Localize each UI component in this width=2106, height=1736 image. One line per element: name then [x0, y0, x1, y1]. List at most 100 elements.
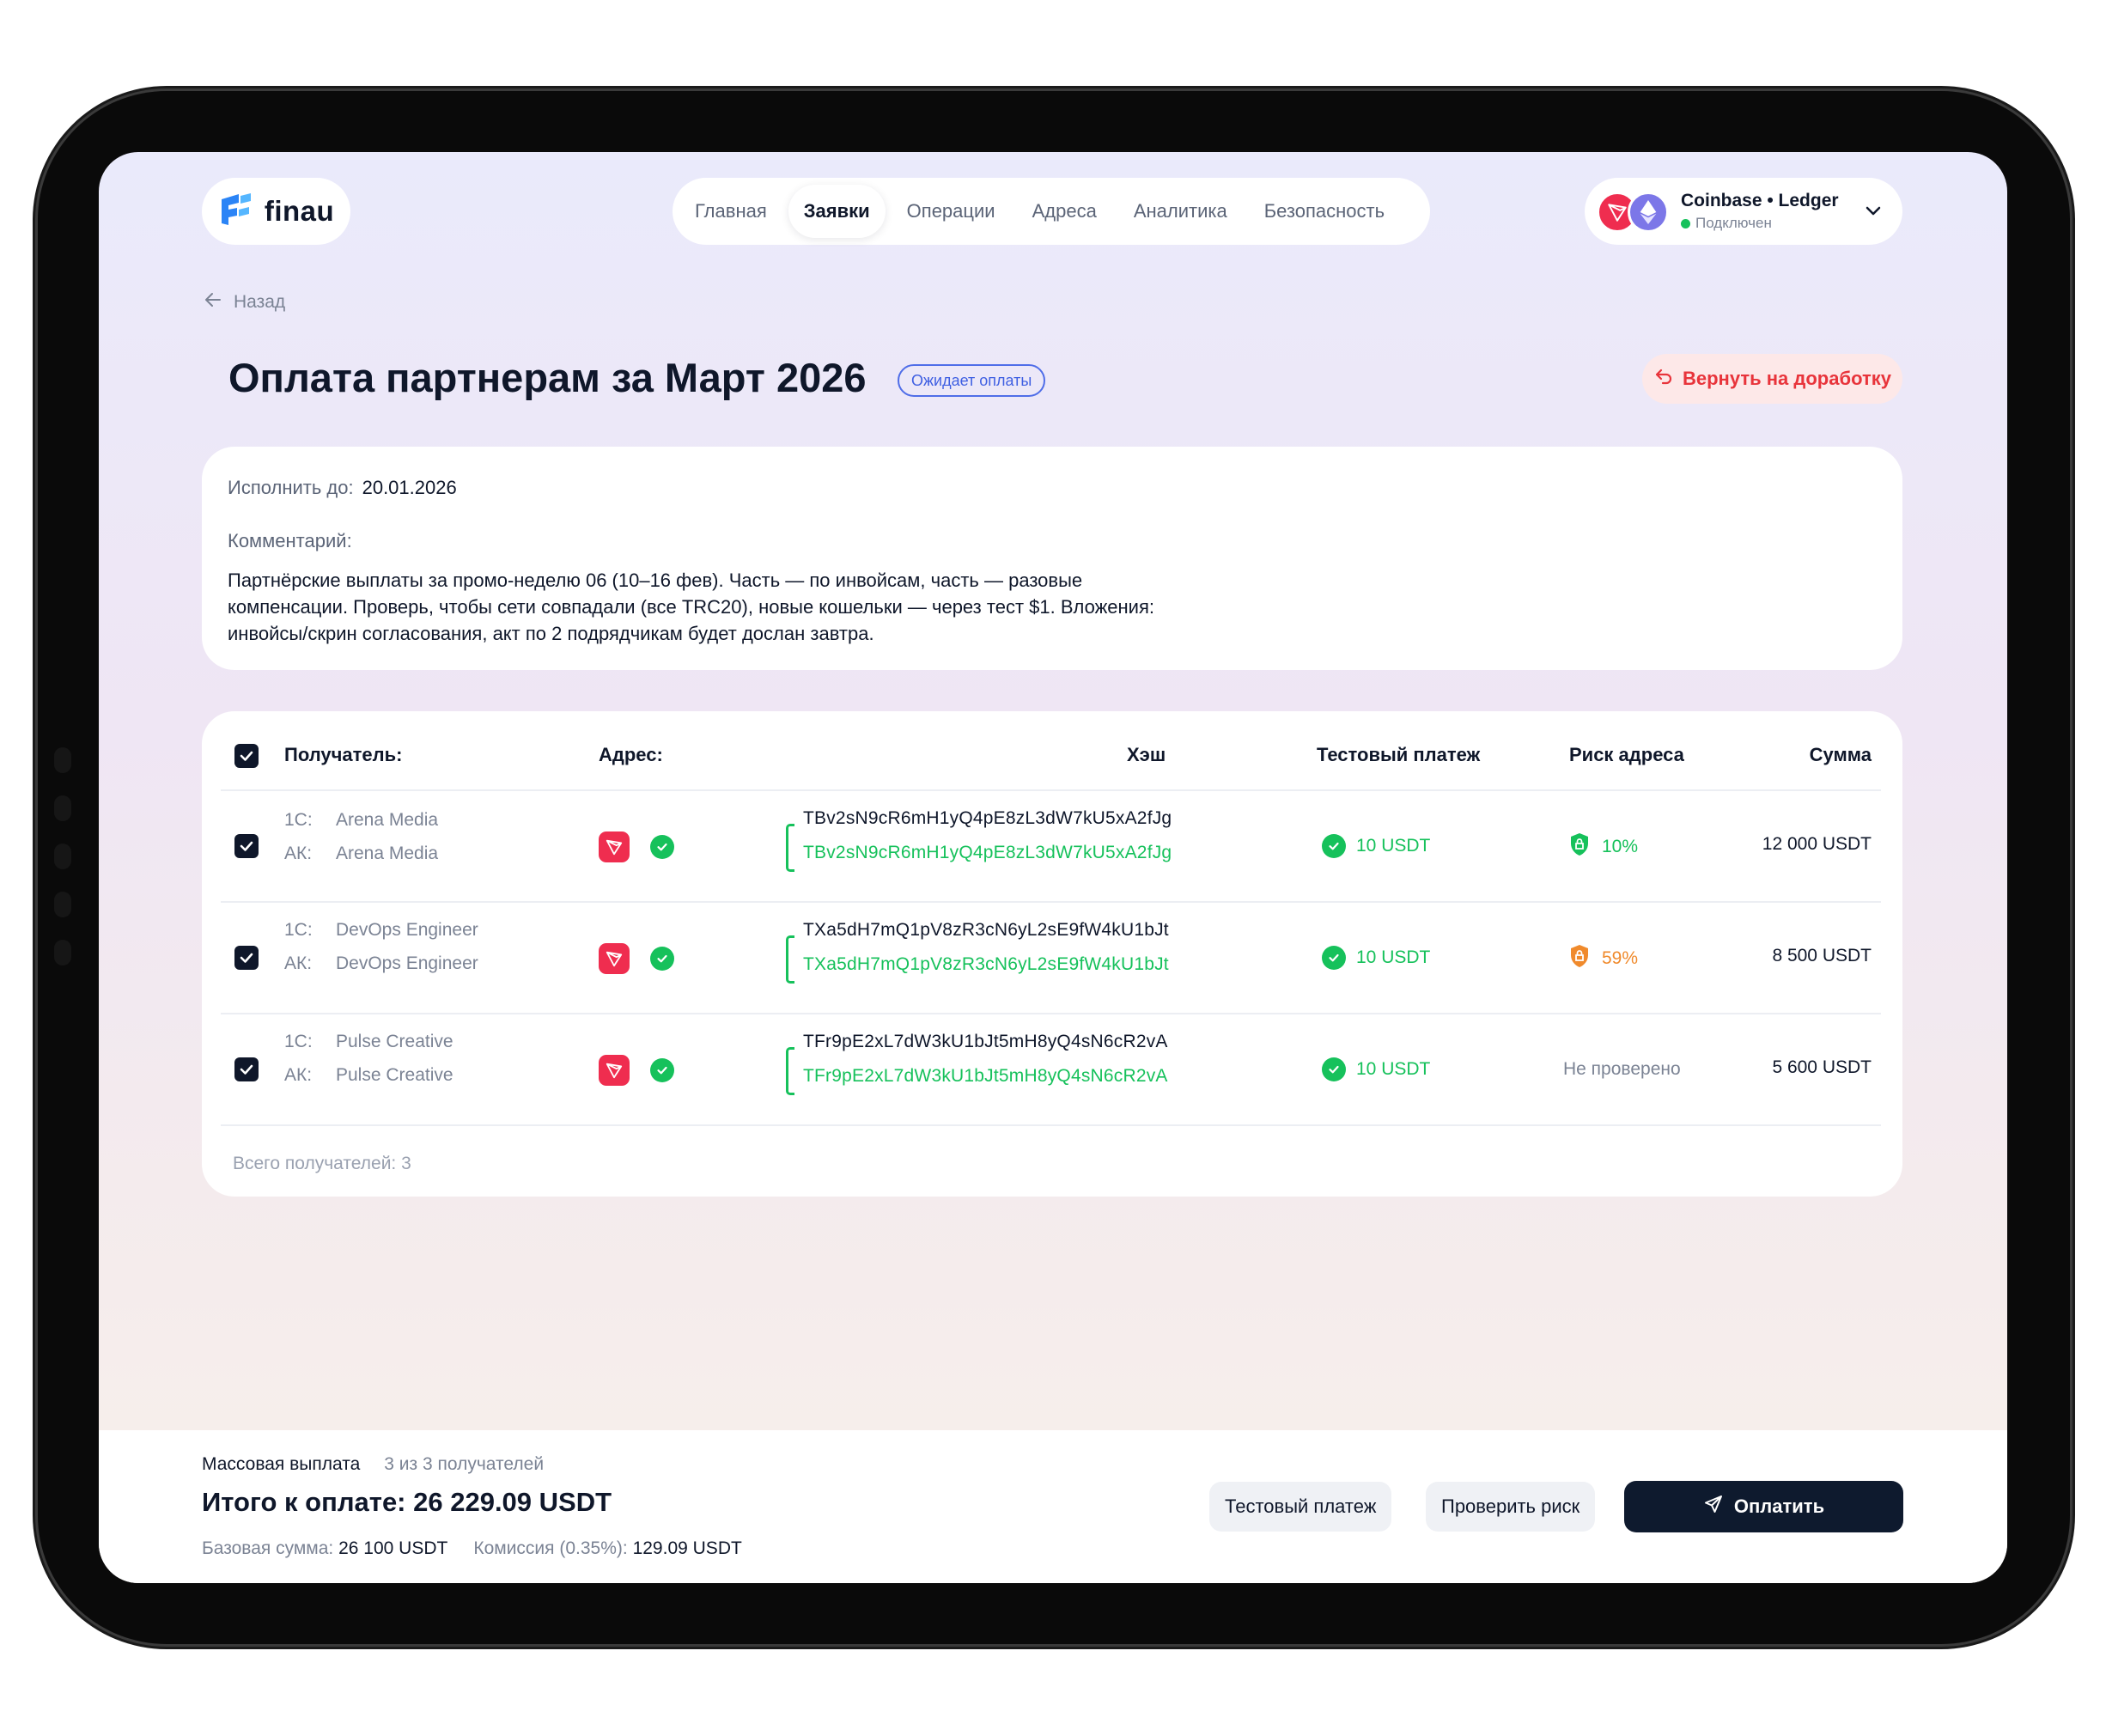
- amount-value: 12 000 USDT: [1762, 834, 1872, 854]
- status-badge: Ожидает оплаты: [898, 364, 1046, 397]
- due-date: Исполнить до: 20.01.2026: [228, 477, 457, 499]
- table-row[interactable]: 1С: Arena Media АК: Arena Media TBv2sN9cR6…: [202, 791, 1902, 901]
- risk-value: 59%: [1602, 948, 1639, 968]
- label-ak: АК:: [284, 953, 313, 973]
- nav-item-addresses[interactable]: Адреса: [1017, 185, 1112, 238]
- header-address-risk: Риск адреса: [1569, 744, 1684, 765]
- ethereum-icon: [1628, 192, 1669, 233]
- main-nav: Главная Заявки Операции Адреса Аналитика…: [673, 178, 1430, 245]
- table-row[interactable]: 1С: Pulse Creative АК: Pulse Creative TFr9…: [202, 1014, 1902, 1124]
- base-value: 26 100 USDT: [338, 1538, 448, 1558]
- tron-icon: [599, 943, 630, 974]
- recipient-1c: 1С: DevOps Engineer: [284, 920, 478, 941]
- row-checkbox[interactable]: [234, 834, 259, 858]
- due-value: 20.01.2026: [362, 477, 457, 498]
- check-circle-icon: [650, 947, 674, 971]
- request-info-card: Исполнить до: 20.01.2026 Комментарий: Пар…: [202, 447, 1902, 670]
- batch-label: Массовая выплата: [202, 1454, 361, 1474]
- total-to-pay: Итого к оплате: 26 229.09 USDT: [202, 1487, 612, 1517]
- finau-logo-icon: [218, 192, 254, 231]
- amount-breakdown: Базовая сумма: 26 100 USDT Комиссия (0.35…: [202, 1538, 742, 1559]
- amount-value: 8 500 USDT: [1772, 946, 1872, 965]
- label-1c: 1С:: [284, 1032, 313, 1051]
- nav-item-security[interactable]: Безопасность: [1249, 185, 1400, 238]
- shield-icon: [1569, 832, 1590, 862]
- nav-item-requests[interactable]: Заявки: [788, 185, 886, 238]
- logo[interactable]: finau: [202, 178, 350, 245]
- check-circle-icon: [650, 1058, 674, 1082]
- arrow-left-icon: [203, 289, 223, 315]
- payment-footer: Массовая выплата 3 из 3 получателей Итого…: [99, 1430, 2007, 1583]
- check-circle-icon: [1322, 1057, 1346, 1081]
- test-payment-status: 10 USDT: [1322, 1057, 1430, 1081]
- amount-value: 5 600 USDT: [1772, 1057, 1872, 1077]
- wallet-coins: [1597, 189, 1674, 234]
- address-bracket: [786, 824, 794, 872]
- return-button-label: Вернуть на доработку: [1683, 368, 1891, 389]
- check-circle-icon: [650, 835, 674, 859]
- checkbox-checked-icon: [240, 751, 253, 761]
- check-circle-icon: [1322, 946, 1346, 970]
- address-bracket: [786, 1047, 794, 1095]
- label-1c: 1С:: [284, 920, 313, 940]
- label-1c: 1С:: [284, 810, 313, 830]
- back-label: Назад: [234, 292, 286, 312]
- wallet-info: Coinbase • Ledger Подключен: [1681, 191, 1839, 232]
- nav-item-analytics[interactable]: Аналитика: [1118, 185, 1243, 238]
- shield-icon: [1569, 944, 1590, 973]
- recipient-1c: 1С: Pulse Creative: [284, 1032, 453, 1052]
- pay-button-label: Оплатить: [1733, 1495, 1825, 1517]
- test-payment-status: 10 USDT: [1322, 834, 1430, 858]
- send-icon: [1703, 1494, 1724, 1520]
- address-risk: Не проверено: [1563, 1059, 1681, 1080]
- recipient-name-ak: Arena Media: [336, 844, 439, 863]
- total-recipients: Всего получателей: 3: [233, 1154, 411, 1173]
- comment-label: Комментарий:: [228, 530, 352, 551]
- address-value[interactable]: TFr9pE2xL7dW3kU1bJt5mH8yQ4sN6cR2vA: [803, 1032, 1168, 1052]
- wallet-status-text: Подключен: [1695, 215, 1772, 231]
- label-ak: АК:: [284, 1065, 313, 1085]
- fee-value: 129.09 USDT: [632, 1538, 742, 1558]
- nav-item-home[interactable]: Главная: [679, 185, 782, 238]
- recipient-ak: АК: DevOps Engineer: [284, 953, 478, 974]
- return-for-revision-button[interactable]: Вернуть на доработку: [1642, 354, 1902, 404]
- row-checkbox[interactable]: [234, 1057, 259, 1081]
- wallet-name: Coinbase • Ledger: [1681, 191, 1839, 210]
- select-all-checkbox[interactable]: [234, 744, 259, 768]
- batch-count: 3 из 3 получателей: [384, 1454, 545, 1474]
- wallet-selector[interactable]: Coinbase • Ledger Подключен: [1585, 178, 1902, 245]
- checkbox-checked-icon: [240, 1064, 253, 1075]
- address-value[interactable]: TBv2sN9cR6mH1yQ4pE8zL3dW7kU5xA2fJg: [803, 808, 1172, 829]
- row-checkbox[interactable]: [234, 946, 259, 970]
- check-circle-icon: [1322, 834, 1346, 858]
- tron-icon: [599, 1055, 630, 1086]
- address-value[interactable]: TXa5dH7mQ1pV8zR3cN6yL2sE9fW4kU1bJt: [803, 920, 1169, 941]
- undo-icon: [1653, 366, 1674, 392]
- address-confirmation: TBv2sN9cR6mH1yQ4pE8zL3dW7kU5xA2fJg: [803, 843, 1172, 862]
- header-test-payment: Тестовый платеж: [1317, 744, 1481, 765]
- nav-item-operations[interactable]: Операции: [892, 185, 1011, 238]
- logo-text: finau: [264, 195, 335, 227]
- test-payment-value: 10 USDT: [1356, 836, 1431, 856]
- base-label: Базовая сумма:: [202, 1538, 334, 1558]
- label-ak: АК:: [284, 844, 313, 863]
- table-row[interactable]: 1С: DevOps Engineer АК: DevOps Engineer TX…: [202, 903, 1902, 1013]
- recipient-name-1c: Arena Media: [336, 810, 439, 830]
- checkbox-checked-icon: [240, 841, 253, 851]
- tablet-side-buttons: [54, 747, 73, 988]
- pay-button[interactable]: Оплатить: [1624, 1481, 1903, 1532]
- test-payment-value: 10 USDT: [1356, 1059, 1431, 1079]
- header-recipient: Получатель:: [284, 744, 403, 765]
- address-risk: 59%: [1569, 944, 1638, 973]
- comment-text: Партнёрские выплаты за промо-неделю 06 (…: [228, 570, 1154, 644]
- address-confirmation: TXa5dH7mQ1pV8zR3cN6yL2sE9fW4kU1bJt: [803, 954, 1169, 974]
- back-link[interactable]: Назад: [203, 289, 285, 315]
- recipient-ak: АК: Pulse Creative: [284, 1065, 453, 1086]
- risk-value: 10%: [1602, 837, 1639, 856]
- risk-value: Не проверено: [1563, 1059, 1681, 1079]
- recipient-1c: 1С: Arena Media: [284, 810, 438, 831]
- test-payment-button[interactable]: Тестовый платеж: [1209, 1482, 1392, 1532]
- check-risk-button[interactable]: Проверить риск: [1426, 1482, 1596, 1532]
- address-risk: 10%: [1569, 832, 1638, 862]
- tron-icon: [599, 831, 630, 862]
